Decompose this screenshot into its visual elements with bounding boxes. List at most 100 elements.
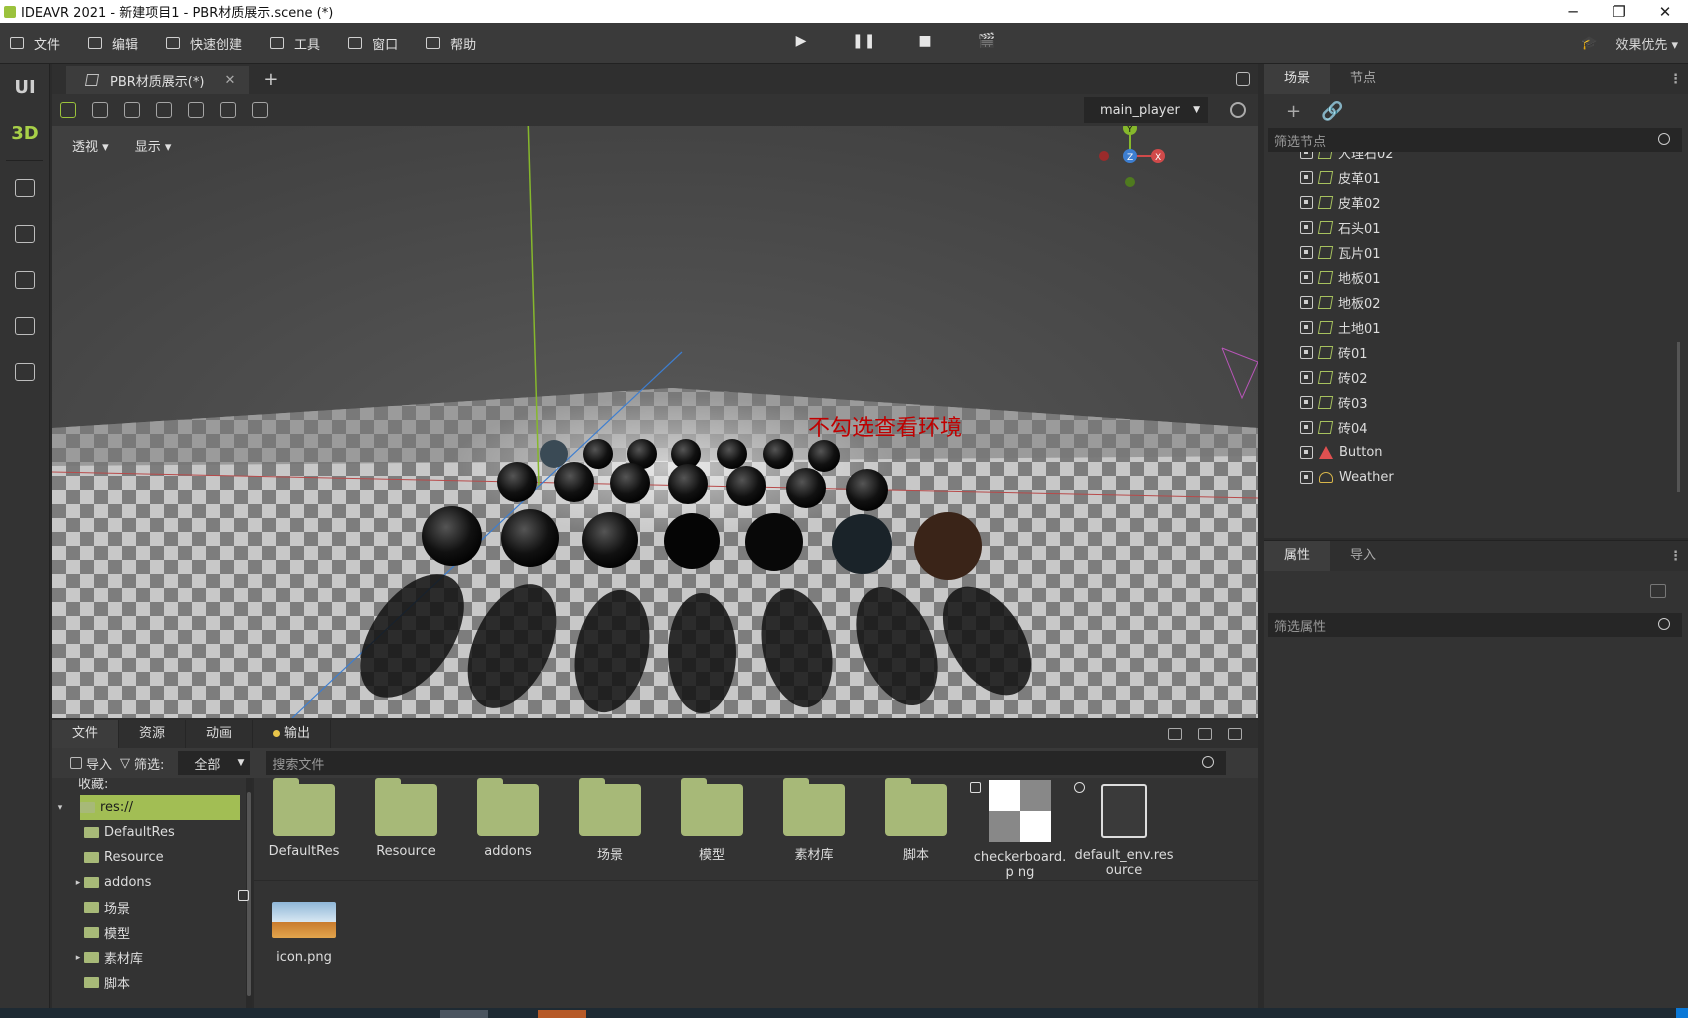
menu-edit[interactable]: 编辑 [88, 34, 138, 53]
tree-node-button[interactable]: Button [1264, 440, 1688, 465]
file-folder-models[interactable]: 模型 [662, 778, 762, 863]
filter-select[interactable]: 全部 ▼ [178, 751, 251, 775]
ui-mode-button[interactable]: UI [0, 64, 50, 110]
menu-quick-create[interactable]: 快速创建 [166, 34, 242, 53]
visibility-checkbox[interactable] [1300, 396, 1313, 409]
tree-item-library[interactable]: ▸ 素材库 [52, 945, 246, 970]
visibility-checkbox[interactable] [1300, 271, 1313, 284]
player-select[interactable]: main_player ▼ [1084, 97, 1208, 123]
scale-tool-icon[interactable] [156, 102, 172, 118]
visibility-checkbox[interactable] [1300, 221, 1313, 234]
file-folder-scenes[interactable]: 场景 [560, 778, 660, 863]
visibility-checkbox[interactable] [1300, 171, 1313, 184]
tree-node[interactable]: 砖02 [1264, 365, 1688, 390]
export-button[interactable] [0, 303, 50, 349]
visibility-checkbox[interactable] [1300, 296, 1313, 309]
node-search-input[interactable]: 筛选节点 [1268, 128, 1682, 152]
tree-node[interactable]: 皮革02 [1264, 190, 1688, 215]
fullscreen-icon[interactable] [1236, 72, 1250, 86]
tree-node[interactable]: 皮革01 [1264, 165, 1688, 190]
tree-favorites[interactable]: 收藏: [52, 778, 246, 795]
tree-item-models[interactable]: 模型 [52, 920, 246, 945]
file-folder-scripts[interactable]: 脚本 [866, 778, 966, 863]
file-folder-resource[interactable]: Resource [356, 778, 456, 859]
tree-node-weather[interactable]: Weather [1264, 465, 1688, 490]
node-graph-button[interactable] [0, 165, 50, 211]
tree-node[interactable]: 砖04 [1264, 415, 1688, 440]
more-options-icon[interactable]: ⋮ [1669, 72, 1682, 87]
tab-nodes[interactable]: 节点 [1330, 64, 1396, 94]
visibility-checkbox[interactable] [1300, 346, 1313, 359]
taskbar-app[interactable] [440, 1010, 488, 1018]
menu-file[interactable]: 文件 [10, 34, 60, 53]
more-options-icon[interactable]: ⋮ [1669, 549, 1682, 564]
tree-item-addons[interactable]: ▸ addons [52, 870, 246, 895]
taskbar-app[interactable] [538, 1010, 586, 1018]
tab-output[interactable]: 输出 [253, 720, 332, 748]
tab-import[interactable]: 导入 [1330, 541, 1396, 571]
file-checkerboard[interactable]: checkerboard.p ng [968, 778, 1072, 880]
menu-window[interactable]: 窗口 [348, 34, 398, 53]
tree-item-defaultres[interactable]: DefaultRes [52, 820, 246, 845]
pause-button[interactable]: ❚❚ [852, 33, 875, 49]
stop-button[interactable]: ■ [914, 33, 936, 49]
visibility-checkbox[interactable] [1300, 471, 1313, 484]
visibility-checkbox[interactable] [1300, 321, 1313, 334]
visibility-checkbox[interactable] [1300, 446, 1313, 459]
quality-mode-dropdown[interactable]: 效果优先 ▾ [1615, 34, 1678, 53]
list-view-icon[interactable] [1168, 728, 1182, 740]
link-icon[interactable]: 🔗 [1321, 101, 1343, 122]
add-tab-button[interactable]: + [263, 66, 278, 94]
select-tool-icon[interactable] [60, 102, 76, 118]
tree-node[interactable]: 石头01 [1264, 215, 1688, 240]
3d-viewport[interactable]: 透视 ▾ 显示 ▾ 不勾选查看环境 Y X Z [52, 126, 1258, 718]
graduation-cap-icon[interactable]: 🎓 [1581, 36, 1597, 51]
ruler-icon[interactable] [252, 102, 268, 118]
tab-attributes[interactable]: 属性 [1264, 541, 1331, 571]
close-button[interactable]: ✕ [1642, 3, 1688, 21]
perspective-menu[interactable]: 透视 ▾ [72, 136, 109, 155]
file-default-env[interactable]: default_env.res ource [1072, 778, 1176, 878]
tree-item-scenes[interactable]: 场景 [52, 895, 246, 920]
menu-tools[interactable]: 工具 [270, 34, 320, 53]
sliders-icon[interactable] [1650, 584, 1666, 598]
tab-scene-tree[interactable]: 场景 [1264, 64, 1331, 94]
tree-item-scripts[interactable]: 脚本 [52, 970, 246, 995]
minimize-button[interactable]: ─ [1550, 3, 1596, 21]
tab-animation[interactable]: 动画 [186, 720, 254, 748]
restore-button[interactable]: ❐ [1596, 3, 1642, 21]
attribute-search-input[interactable]: 筛选属性 [1268, 613, 1682, 637]
tree-node[interactable]: 地板01 [1264, 265, 1688, 290]
pivot-icon[interactable] [188, 102, 204, 118]
file-folder-defaultres[interactable]: DefaultRes [254, 778, 354, 859]
file-search-input[interactable]: 搜索文件 [266, 751, 1227, 775]
file-icon-png[interactable]: icon.png [254, 882, 354, 965]
tree-node[interactable]: 砖03 [1264, 390, 1688, 415]
add-node-button[interactable]: + [1286, 101, 1301, 122]
tree-node[interactable]: 地板02 [1264, 290, 1688, 315]
device-button[interactable] [0, 349, 50, 395]
taskbar-notification[interactable] [1676, 1008, 1688, 1018]
rotate-tool-icon[interactable] [124, 102, 140, 118]
tab-scene[interactable]: PBR材质展示(*) ✕ [66, 66, 250, 94]
tree-node[interactable]: 瓦片01 [1264, 240, 1688, 265]
tree-node[interactable]: 大理石02 [1264, 152, 1688, 165]
visibility-checkbox[interactable] [1300, 246, 1313, 259]
store-button[interactable] [0, 211, 50, 257]
move-tool-icon[interactable] [92, 102, 108, 118]
menu-help[interactable]: 帮助 [426, 34, 476, 53]
snap-icon[interactable] [220, 102, 236, 118]
visibility-checkbox[interactable] [1300, 196, 1313, 209]
movie-clip-button[interactable]: 🎬 [976, 33, 998, 49]
display-menu[interactable]: 显示 ▾ [135, 136, 172, 155]
import-button[interactable]: 导入 [70, 754, 112, 773]
settings-panel-button[interactable] [0, 257, 50, 303]
tab-resources[interactable]: 资源 [119, 720, 187, 748]
visibility-checkbox[interactable] [1300, 371, 1313, 384]
tree-res-root[interactable]: ▾ res:// [58, 795, 240, 820]
visibility-checkbox[interactable] [1300, 421, 1313, 434]
gear-icon[interactable] [1230, 102, 1246, 118]
visibility-checkbox[interactable] [1300, 152, 1313, 159]
close-tab-icon[interactable]: ✕ [224, 73, 235, 88]
file-folder-addons[interactable]: addons [458, 778, 558, 859]
